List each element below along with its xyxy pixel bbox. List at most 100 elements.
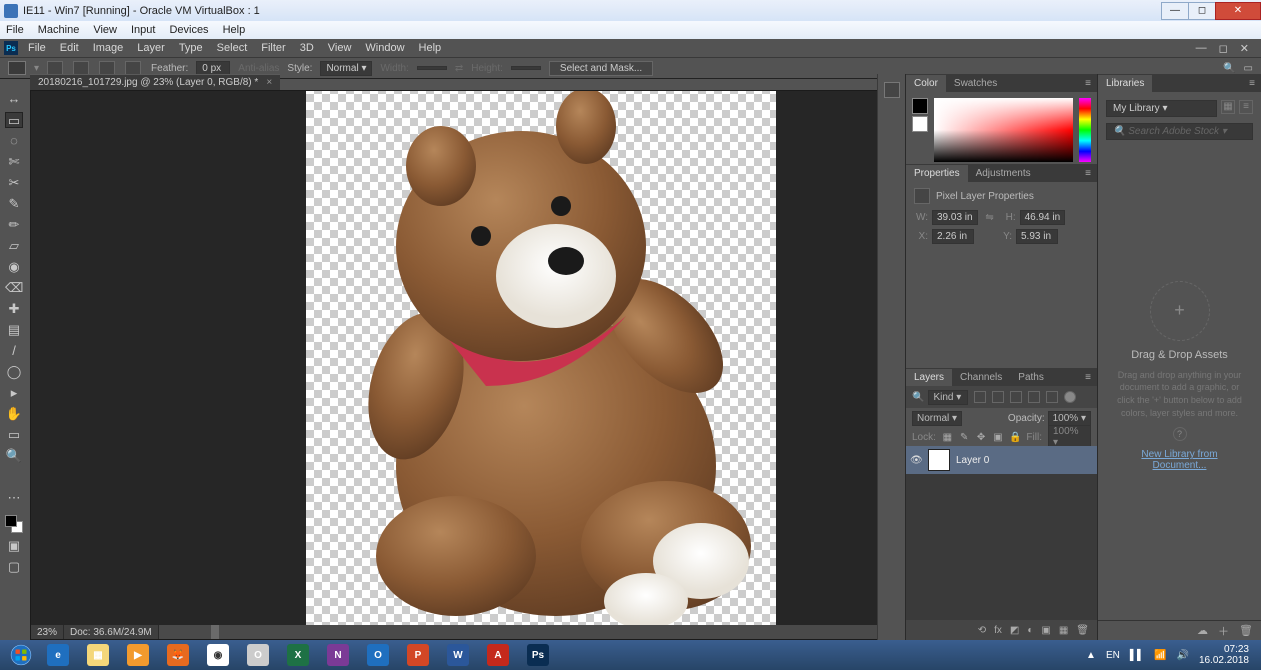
ps-menu-image[interactable]: Image [93, 42, 124, 54]
library-search-input[interactable]: 🔍 Search Adobe Stock ▾ [1106, 123, 1253, 140]
ps-menu-filter[interactable]: Filter [261, 42, 285, 54]
ps-menu-type[interactable]: Type [179, 42, 203, 54]
help-icon[interactable]: ? [1173, 427, 1187, 441]
taskbar-app-chrome[interactable]: ◉ [199, 642, 237, 668]
vm-menu-file[interactable]: File [6, 24, 24, 36]
taskbar-app-explorer[interactable]: ▦ [79, 642, 117, 668]
eyedropper-tool[interactable]: ✎ [5, 196, 23, 212]
lib-grid-view-icon[interactable]: ▦ [1221, 100, 1235, 114]
gradient-tool[interactable]: ✚ [5, 301, 23, 317]
move-tool[interactable]: ↔ [5, 91, 23, 107]
tray-sound-icon[interactable]: 🔊 [1176, 650, 1188, 661]
lasso-tool[interactable]: ◌ [5, 133, 23, 149]
tray-up-icon[interactable]: ▲ [1086, 650, 1096, 661]
tool-preset-picker[interactable] [8, 61, 26, 75]
tray-network-icon[interactable]: 📶 [1154, 650, 1166, 661]
group-icon[interactable]: ▣ [1041, 625, 1050, 636]
prop-w-input[interactable]: 39.03 in [932, 210, 978, 225]
vm-menu-view[interactable]: View [93, 24, 117, 36]
ps-menu-layer[interactable]: Layer [137, 42, 165, 54]
select-and-mask-button[interactable]: Select and Mask... [549, 61, 653, 76]
workspace-switcher-icon[interactable]: ▭ [1244, 63, 1253, 74]
tab-properties[interactable]: Properties [906, 165, 968, 182]
lib-delete-icon[interactable]: 🗑 [1239, 624, 1253, 637]
lib-list-view-icon[interactable]: ≡ [1239, 100, 1253, 114]
close-tab-icon[interactable]: × [266, 77, 272, 88]
library-drop-zone[interactable]: + Drag & Drop Assets Drag and drop anyth… [1106, 140, 1253, 612]
blur-tool[interactable]: ▤ [5, 322, 23, 338]
foreground-color[interactable] [5, 515, 17, 527]
taskbar-app-acrobat[interactable]: A [479, 642, 517, 668]
vm-maximize-button[interactable]: ◻ [1188, 2, 1216, 20]
lock-all-icon[interactable]: 🔒 [1009, 432, 1020, 443]
start-button[interactable] [4, 642, 38, 668]
layers-filter-select[interactable]: Kind ▾ [928, 390, 968, 405]
filter-smart-icon[interactable] [1046, 391, 1058, 403]
add-asset-circle-icon[interactable]: + [1150, 281, 1210, 341]
taskbar-app-word[interactable]: W [439, 642, 477, 668]
canvas-viewport[interactable] [31, 91, 890, 625]
doc-info[interactable]: Doc: 36.6M/24.9M [64, 625, 159, 639]
filter-shape-icon[interactable] [1028, 391, 1040, 403]
clone-stamp-tool[interactable]: ◉ [5, 259, 23, 275]
layers-panel-menu-icon[interactable]: ≡ [1085, 372, 1097, 383]
selection-intersect-icon[interactable] [125, 61, 141, 75]
healing-brush-tool[interactable]: ✏ [5, 217, 23, 233]
lib-add-icon[interactable]: ＋ [1218, 623, 1229, 639]
vm-menu-devices[interactable]: Devices [169, 24, 208, 36]
selection-new-icon[interactable] [47, 61, 63, 75]
pen-tool[interactable]: ◯ [5, 364, 23, 380]
tab-swatches[interactable]: Swatches [946, 75, 1005, 92]
prop-y-input[interactable]: 5.93 in [1016, 229, 1058, 244]
tab-layers[interactable]: Layers [906, 369, 952, 386]
ps-menu-3d[interactable]: 3D [300, 42, 314, 54]
color-swatches[interactable] [5, 515, 23, 533]
type-tool[interactable]: ▸ [5, 385, 23, 401]
adjustment-layer-icon[interactable]: ◐ [1027, 625, 1033, 636]
library-select[interactable]: My Library ▾ [1106, 100, 1217, 117]
taskbar-app-ie[interactable]: e [39, 642, 77, 668]
artboard[interactable] [306, 91, 776, 625]
link-layers-icon[interactable]: ⟲ [978, 625, 986, 636]
rectangle-tool[interactable]: ▭ [5, 427, 23, 443]
filter-pixel-icon[interactable] [974, 391, 986, 403]
vm-menu-input[interactable]: Input [131, 24, 155, 36]
taskbar-app-powerpoint[interactable]: P [399, 642, 437, 668]
lib-cloud-icon[interactable]: ☁ [1197, 624, 1208, 637]
hue-strip[interactable] [1079, 98, 1091, 162]
opacity-input[interactable]: 100% ▾ [1048, 411, 1091, 426]
taskbar-app-onenote[interactable]: N [319, 642, 357, 668]
path-select-tool[interactable]: ✋ [5, 406, 23, 422]
taskbar-app-photoshop[interactable]: Ps [519, 642, 557, 668]
history-panel-icon[interactable] [884, 82, 900, 98]
selection-subtract-icon[interactable] [99, 61, 115, 75]
lang-indicator[interactable]: EN [1106, 650, 1120, 661]
ps-menu-select[interactable]: Select [217, 42, 248, 54]
search-icon[interactable]: 🔍 [1223, 63, 1235, 74]
zoom-level[interactable]: 23% [31, 625, 64, 639]
filter-type-icon[interactable] [1010, 391, 1022, 403]
filter-adjust-icon[interactable] [992, 391, 1004, 403]
vm-menu-machine[interactable]: Machine [38, 24, 80, 36]
eraser-tool[interactable]: ⌫ [5, 280, 23, 296]
new-layer-icon[interactable]: ▦ [1059, 625, 1068, 636]
screenmode-icon[interactable]: ▢ [5, 559, 23, 575]
tray-flag-icon[interactable]: ▌▌ [1130, 650, 1144, 661]
lock-paint-icon[interactable]: ✎ [959, 432, 970, 443]
color-panel-menu-icon[interactable]: ≡ [1085, 78, 1097, 89]
delete-layer-icon[interactable]: 🗑 [1076, 625, 1089, 636]
filter-toggle[interactable] [1064, 391, 1076, 403]
ps-menu-edit[interactable]: Edit [60, 42, 79, 54]
zoom-tool[interactable] [5, 469, 23, 485]
tab-color[interactable]: Color [906, 75, 946, 92]
mask-icon[interactable]: ◩ [1010, 625, 1019, 636]
style-select[interactable]: Normal ▾ [320, 61, 372, 76]
fx-icon[interactable]: fx [994, 625, 1002, 636]
ps-menu-view[interactable]: View [328, 42, 352, 54]
lock-position-icon[interactable]: ✥ [976, 432, 987, 443]
ps-close-button[interactable]: ✕ [1240, 42, 1249, 55]
tab-channels[interactable]: Channels [952, 369, 1010, 386]
lock-artboard-icon[interactable]: ▣ [993, 432, 1004, 443]
marquee-tool[interactable]: ▭ [5, 112, 23, 128]
taskbar-app-firefox[interactable]: 🦊 [159, 642, 197, 668]
